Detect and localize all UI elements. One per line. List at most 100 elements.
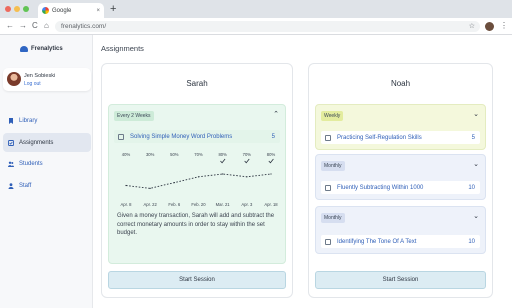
students-icon — [8, 161, 14, 167]
check-icon — [268, 158, 274, 164]
chevron-up-icon[interactable]: ⌃ — [273, 110, 279, 120]
frequency-badge: Weekly — [321, 111, 344, 121]
student-name: Noah — [390, 79, 411, 88]
chevron-down-icon[interactable]: ⌄ — [473, 110, 479, 120]
start-session-button[interactable]: Start Session — [108, 271, 286, 289]
goal-description: Given a money transaction, Sarah will ad… — [117, 213, 275, 236]
x-tick-label: Apr. 3 — [241, 202, 253, 207]
skill-checkbox[interactable] — [118, 133, 124, 140]
value-label: 30% — [146, 152, 155, 157]
frequency-badge: Monthly — [321, 161, 345, 171]
reload-button[interactable]: C — [32, 20, 38, 32]
group-header[interactable]: Weekly ⌄ — [321, 111, 480, 122]
group-header[interactable]: Monthly ⌄ — [321, 213, 480, 224]
x-tick-label: Feb. 20 — [191, 202, 206, 207]
forward-button[interactable]: → — [19, 20, 27, 32]
home-button[interactable]: ⌂ — [44, 20, 49, 32]
sidebar: Frenalytics Jen Sobieski Log out Library… — [0, 35, 93, 308]
skill-checkbox[interactable] — [325, 184, 331, 191]
assignment-group: Every 2 Weeks ⌃ Solving Simple Money Wor… — [108, 104, 286, 264]
data-point — [149, 187, 151, 189]
chevron-down-icon[interactable]: ⌄ — [473, 212, 479, 222]
browser-menu-icon[interactable]: ⋮ — [500, 20, 508, 32]
skill-row[interactable]: Fluently Subtracting Within 1000 10 — [321, 181, 480, 194]
brand-name: Frenalytics — [31, 46, 63, 52]
x-tick-label: Feb. 6 — [168, 202, 181, 207]
logout-link[interactable]: Log out — [24, 81, 41, 87]
browser-toolbar: ← → C ⌂ frenalytics.com/ ☆ ⋮ — [0, 18, 512, 35]
sidebar-item-label: Assignments — [19, 139, 54, 146]
skill-row[interactable]: Solving Simple Money Word Problems 5 — [114, 130, 280, 143]
frenalytics-logo-icon — [20, 46, 28, 52]
staff-icon — [8, 182, 14, 189]
frequency-badge: Monthly — [321, 213, 345, 223]
student-name: Sarah — [186, 79, 208, 88]
maximize-window-button[interactable] — [23, 6, 29, 12]
sidebar-item-label: Library — [19, 117, 38, 124]
page-title: Assignments — [101, 44, 144, 53]
bookmark-icon — [9, 117, 13, 124]
start-session-button[interactable]: Start Session — [315, 271, 486, 289]
skill-count: 10 — [468, 184, 475, 191]
assignment-group: Monthly ⌄ Identifying The Tone Of A Text… — [315, 206, 486, 254]
skill-row[interactable]: Identifying The Tone Of A Text 10 — [321, 235, 480, 248]
bookmark-star-icon[interactable]: ☆ — [469, 22, 475, 30]
progress-line — [125, 173, 272, 189]
group-header[interactable]: Every 2 Weeks ⌃ — [114, 111, 280, 122]
value-label: 80% — [267, 152, 276, 157]
skill-count: 5 — [271, 133, 275, 140]
sidebar-item-library[interactable]: Library — [3, 111, 91, 130]
skill-row[interactable]: Practicing Self-Regulation Skills 5 — [321, 131, 480, 144]
check-icon — [244, 158, 250, 164]
user-avatar — [7, 72, 21, 86]
skill-count: 10 — [468, 238, 475, 245]
user-name: Jen Sobieski — [24, 73, 56, 79]
student-card-sarah: Sarah Every 2 Weeks ⌃ Solving Simple Mon… — [101, 63, 293, 298]
x-tick-label: Apr. 18 — [264, 202, 278, 207]
data-point — [125, 184, 127, 187]
brand: Frenalytics — [20, 46, 63, 52]
value-label: 80% — [218, 152, 227, 157]
data-point — [270, 173, 272, 175]
skill-checkbox[interactable] — [325, 134, 331, 141]
chevron-down-icon[interactable]: ⌄ — [473, 160, 479, 170]
assignment-group: Weekly ⌄ Practicing Self-Regulation Skil… — [315, 104, 486, 150]
address-bar[interactable]: frenalytics.com/ ☆ — [55, 21, 480, 32]
group-header[interactable]: Monthly ⌄ — [321, 161, 480, 172]
sidebar-item-students[interactable]: Students — [3, 154, 91, 173]
minimize-window-button[interactable] — [14, 6, 20, 12]
back-button[interactable]: ← — [6, 20, 14, 32]
skill-count: 5 — [471, 134, 475, 141]
data-point — [197, 176, 200, 178]
x-tick-label: Apr. 22 — [144, 202, 158, 207]
user-card: Jen Sobieski Log out — [3, 68, 91, 91]
check-icon — [220, 158, 226, 164]
value-label: 70% — [194, 152, 203, 157]
browser-tab-bar: Google × + — [0, 0, 512, 18]
data-point — [173, 182, 175, 184]
x-tick-label: Mar. 21 — [216, 202, 231, 207]
skill-checkbox[interactable] — [325, 238, 331, 245]
new-tab-button[interactable]: + — [110, 3, 116, 15]
tab-close-icon[interactable]: × — [96, 8, 100, 14]
sidebar-item-staff[interactable]: Staff — [3, 176, 91, 195]
google-favicon-icon — [42, 7, 49, 14]
frequency-badge: Every 2 Weeks — [114, 111, 154, 121]
data-point — [222, 173, 224, 175]
skill-name: Practicing Self-Regulation Skills — [337, 134, 422, 141]
sidebar-item-label: Staff — [19, 182, 32, 189]
x-tick-label: Apr. 8 — [121, 202, 133, 207]
value-label: 40% — [122, 152, 131, 157]
window-controls — [5, 6, 29, 12]
assignment-group: Monthly ⌄ Fluently Subtracting Within 10… — [315, 154, 486, 200]
assignments-icon — [8, 139, 14, 146]
profile-avatar-icon[interactable] — [485, 22, 494, 31]
value-label: 50% — [170, 152, 179, 157]
sidebar-item-assignments[interactable]: Assignments — [3, 133, 91, 152]
skill-name: Identifying The Tone Of A Text — [337, 238, 417, 245]
browser-tab[interactable]: Google × — [38, 3, 104, 18]
value-label: 70% — [243, 152, 252, 157]
student-card-noah: Noah Weekly ⌄ Practicing Self-Regulation… — [308, 63, 493, 298]
close-window-button[interactable] — [5, 6, 11, 12]
tab-title: Google — [52, 7, 72, 14]
